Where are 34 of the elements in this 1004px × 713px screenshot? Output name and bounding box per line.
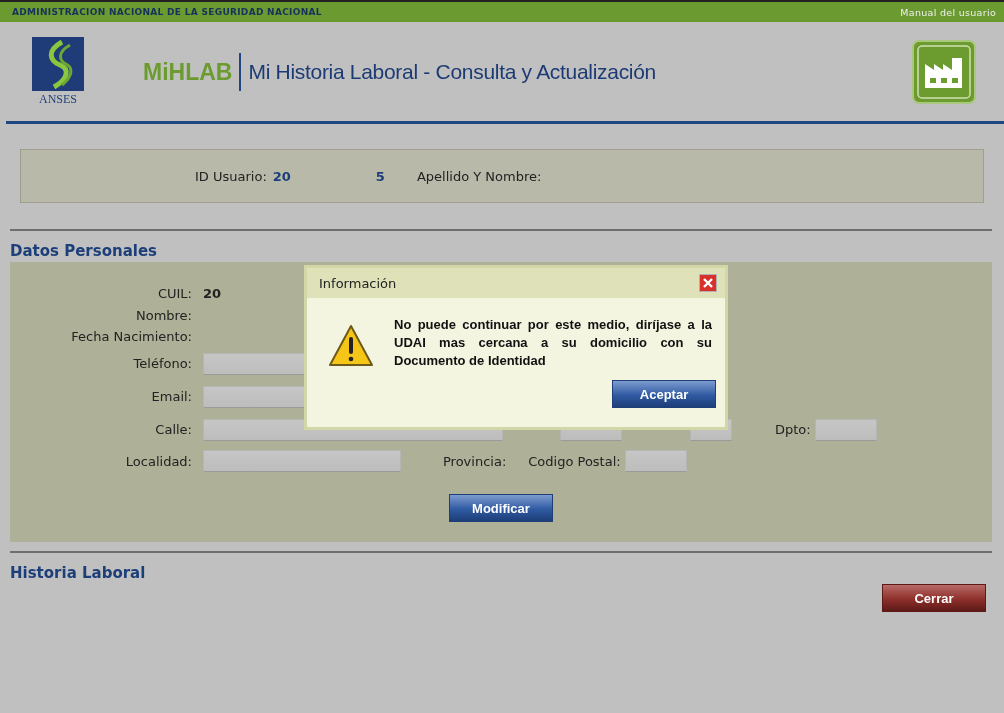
modify-button[interactable]: Modificar [449,494,553,522]
field-label: Dpto: [775,422,811,437]
accept-button[interactable]: Aceptar [612,380,716,408]
section-heading: Datos Personales [10,242,159,262]
field-label: Calle: [154,422,192,437]
field-label: Teléfono: [132,356,192,371]
field-label: Codigo Postal: [528,453,621,469]
close-button[interactable] [699,274,717,292]
user-id-label: ID Usuario: [195,168,267,184]
section-heading: Historia Laboral [10,564,147,584]
user-id-value: 20 [272,168,291,184]
field-label: Nombre: [134,307,192,323]
input-field[interactable] [624,450,687,472]
dialog-title: Información [319,275,397,291]
field-label: Localidad: [124,453,192,469]
close-button[interactable]: Cerrar [882,584,986,612]
input-field[interactable] [814,418,877,441]
name-label: Apellido Y Nombre: [416,168,542,184]
factory-icon [912,39,976,104]
user-id-value: 5 [375,168,385,184]
input-field[interactable] [203,450,401,472]
field-label: Provincia: [443,453,507,469]
page-title: Mi Historia Laboral - Consulta y Actualización [248,59,656,84]
app-name: MiHLAB [143,52,242,91]
field-label: CUIL: [156,285,192,301]
field-label: Fecha Nacimiento: [70,329,192,344]
agency-name: ADMINISTRACION NACIONAL DE LA SEGURIDAD NACIONAL [12,7,322,17]
field-value: 20 [203,285,222,301]
logo-icon [32,36,84,91]
warning-icon [328,324,374,368]
field-label: Email: [150,389,192,404]
logo-text: ANSES [39,91,77,107]
dialog-message: No puede continuar por este medio, diríjase a la UDAI mas cercana a su domicilio con su Documento de Identidad [394,316,712,370]
close-icon [703,278,713,288]
